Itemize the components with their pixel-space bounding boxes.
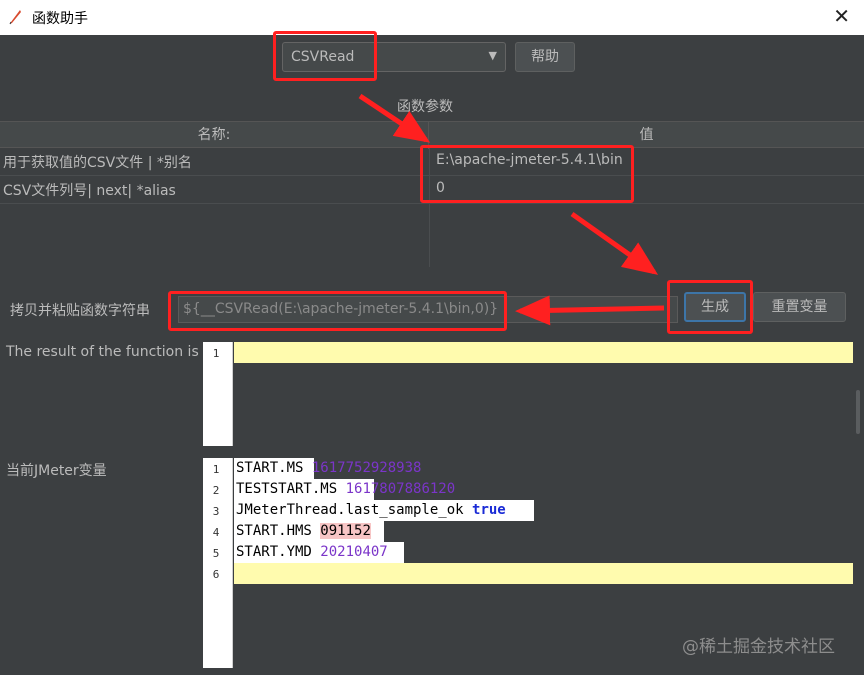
column-header-value[interactable]: 值 bbox=[429, 122, 864, 149]
line-number: 1 bbox=[212, 463, 220, 476]
table-header: 名称: 值 bbox=[0, 121, 864, 149]
params-section-title: 函数参数 bbox=[397, 99, 453, 115]
param-value[interactable]: E:\apache-jmeter-5.4.1\bin bbox=[436, 152, 623, 168]
function-string-value: ${__CSVRead(E:\apache-jmeter-5.4.1\bin,0… bbox=[183, 301, 499, 317]
function-string-field[interactable]: ${__CSVRead(E:\apache-jmeter-5.4.1\bin,0… bbox=[178, 296, 678, 323]
params-table: 名称: 值 用于获取值的CSV文件 | *别名 E:\apache-jmeter… bbox=[0, 121, 864, 267]
param-name: 用于获取值的CSV文件 | *别名 bbox=[3, 155, 192, 171]
window-title: 函数助手 bbox=[32, 11, 88, 27]
var-value: true bbox=[472, 502, 506, 518]
line-number: 5 bbox=[212, 547, 220, 560]
table-row[interactable]: 用于获取值的CSV文件 | *别名 E:\apache-jmeter-5.4.1… bbox=[0, 148, 864, 176]
var-line: TESTSTART.MS 1617807886120 bbox=[236, 481, 455, 497]
var-key: START.YMD bbox=[236, 544, 312, 560]
var-key: START.MS bbox=[236, 460, 304, 476]
column-header-name[interactable]: 名称: bbox=[0, 122, 429, 149]
result-label: The result of the function is bbox=[6, 344, 199, 360]
close-icon[interactable]: ✕ bbox=[833, 4, 850, 28]
var-line: JMeterThread.last_sample_ok true bbox=[236, 502, 506, 518]
param-name: CSV文件列号| next| *alias bbox=[3, 183, 176, 199]
feather-icon bbox=[9, 10, 21, 25]
column-divider bbox=[429, 148, 430, 267]
line-gutter: 1 bbox=[203, 342, 233, 446]
var-key: JMeterThread.last_sample_ok bbox=[236, 502, 464, 518]
var-line: START.MS 1617752928938 bbox=[236, 460, 421, 476]
watermark: @稀土掘金技术社区 bbox=[682, 637, 835, 657]
var-value: 091152 bbox=[320, 523, 371, 539]
copy-string-label: 拷贝并粘贴函数字符串 bbox=[10, 303, 150, 319]
param-value[interactable]: 0 bbox=[436, 180, 445, 196]
function-select[interactable]: CSVRead ▼ bbox=[282, 42, 506, 72]
reset-variables-button[interactable]: 重置变量 bbox=[753, 292, 846, 322]
generate-button[interactable]: 生成 bbox=[684, 292, 746, 322]
line-number: 2 bbox=[212, 484, 220, 497]
jmeter-vars-label: 当前JMeter变量 bbox=[6, 463, 107, 479]
var-value: 1617807886120 bbox=[345, 481, 456, 497]
line-number: 1 bbox=[212, 347, 220, 360]
title-bar: 函数助手 ✕ bbox=[0, 0, 864, 35]
line-gutter: 1 2 3 4 5 6 bbox=[203, 458, 233, 668]
var-key: TESTSTART.MS bbox=[236, 481, 338, 497]
current-line-highlight bbox=[234, 563, 853, 584]
var-line: START.HMS 091152 bbox=[236, 523, 371, 539]
var-value: 1617752928938 bbox=[311, 460, 422, 476]
var-value: 20210407 bbox=[320, 544, 388, 560]
var-key: START.HMS bbox=[236, 523, 312, 539]
line-number: 3 bbox=[212, 505, 220, 518]
result-editor[interactable]: 1 bbox=[203, 342, 853, 446]
current-line-highlight bbox=[234, 342, 853, 363]
function-select-value: CSVRead bbox=[291, 49, 355, 65]
scrollbar-thumb[interactable] bbox=[856, 390, 860, 434]
help-button[interactable]: 帮助 bbox=[515, 42, 575, 72]
result-text-area[interactable] bbox=[234, 342, 853, 446]
line-number: 6 bbox=[212, 568, 220, 581]
line-number: 4 bbox=[212, 526, 220, 539]
chevron-down-icon[interactable]: ▼ bbox=[489, 49, 497, 62]
table-row[interactable]: CSV文件列号| next| *alias 0 bbox=[0, 176, 864, 204]
var-line: START.YMD 20210407 bbox=[236, 544, 388, 560]
